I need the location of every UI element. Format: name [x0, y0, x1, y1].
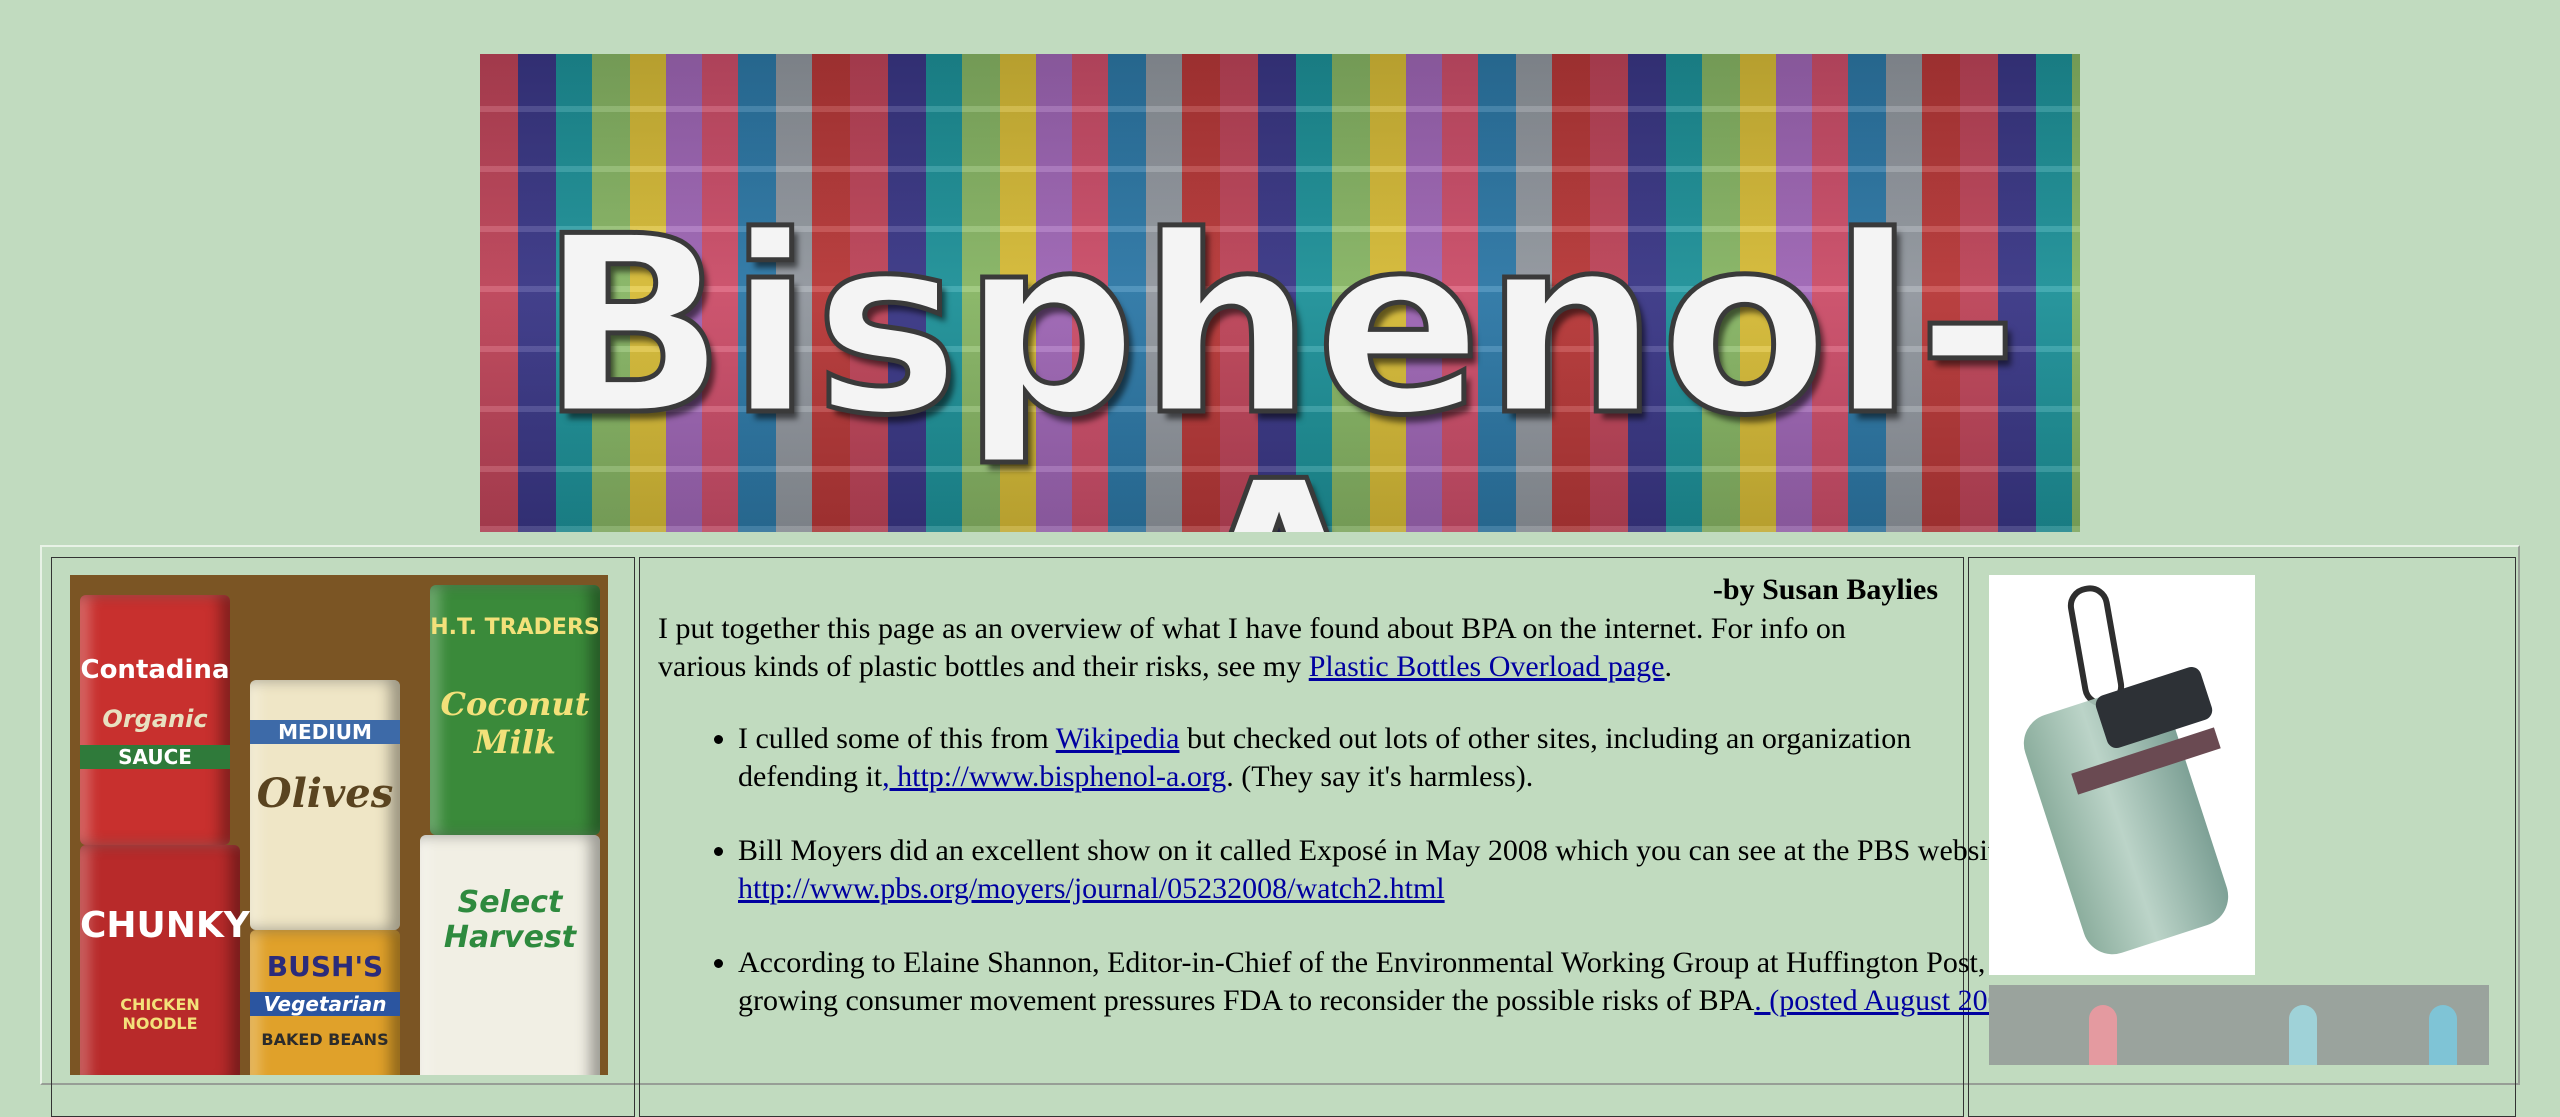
bisphenol-a-banner-image: Bisphenol-A — [480, 54, 2080, 532]
posted-august-2009-link[interactable]: . (posted August 2009) — [1754, 984, 2027, 1017]
list-item: Bill Moyers did an excellent show on it … — [738, 832, 2028, 908]
can-label: CHICKEN NOODLE — [120, 995, 200, 1033]
can-label: Vegetarian — [250, 992, 400, 1016]
can-label: H.T. TRADERS — [430, 615, 600, 640]
fact-text: I culled some of this from — [738, 722, 1056, 755]
can-label: BUSH'S — [266, 950, 384, 983]
wikipedia-link[interactable]: Wikipedia — [1056, 722, 1180, 755]
can-label: Select Harvest — [443, 885, 577, 955]
pink-bottle-nipple — [2089, 1005, 2117, 1065]
blue-bottle-nipple — [2429, 1005, 2457, 1065]
fact-text: Bill Moyers did an excellent show on it … — [738, 834, 2018, 867]
blue-bottle-nipple — [2289, 1005, 2317, 1065]
plastic-bottles-overload-link[interactable]: Plastic Bottles Overload page — [1309, 650, 1665, 683]
baby-bottles-photo — [1989, 985, 2489, 1065]
water-bottle-photo — [1989, 575, 2255, 975]
intro-paragraph: I put together this page as an overview … — [658, 610, 1938, 686]
fact-text: . (They say it's harmless). — [1226, 760, 1534, 793]
chunky-soup-can: CHUNKY CHICKEN NOODLE — [80, 845, 250, 1075]
can-label: Coconut Milk — [440, 685, 590, 761]
select-harvest-can: Select Harvest — [420, 835, 600, 1075]
can-label: MEDIUM — [250, 720, 400, 744]
olives-can: MEDIUM Olives — [250, 680, 400, 930]
author-byline: -by Susan Baylies — [1712, 573, 1938, 606]
bushs-beans-can: BUSH'S Vegetarian BAKED BEANS — [250, 930, 400, 1075]
pbs-moyers-link[interactable]: http://www.pbs.org/moyers/journal/052320… — [738, 872, 1445, 905]
can-label: Organic — [102, 705, 208, 733]
can-label: Olives — [256, 770, 394, 817]
list-item: I culled some of this from Wikipedia but… — [738, 720, 2028, 796]
intro-period: . — [1664, 650, 1673, 683]
list-item: According to Elaine Shannon, Editor-in-C… — [738, 944, 2028, 1020]
banner-title: Bisphenol-A — [537, 184, 2021, 533]
can-label: Contadina — [80, 655, 230, 685]
can-label: BAKED BEANS — [261, 1030, 389, 1049]
facts-list: I culled some of this from Wikipedia but… — [658, 720, 2028, 1056]
coconut-milk-can: H.T. TRADERS Coconut Milk — [430, 585, 600, 835]
can-label: CHUNKY — [80, 905, 250, 946]
bisphenol-a-org-link[interactable]: , http://www.bisphenol-a.org — [882, 760, 1226, 793]
canned-food-photo: Contadina Organic SAUCE CHUNKY CHICKEN N… — [70, 575, 608, 1075]
can-label: SAUCE — [80, 745, 230, 769]
contadina-can: Contadina Organic SAUCE — [80, 595, 230, 845]
